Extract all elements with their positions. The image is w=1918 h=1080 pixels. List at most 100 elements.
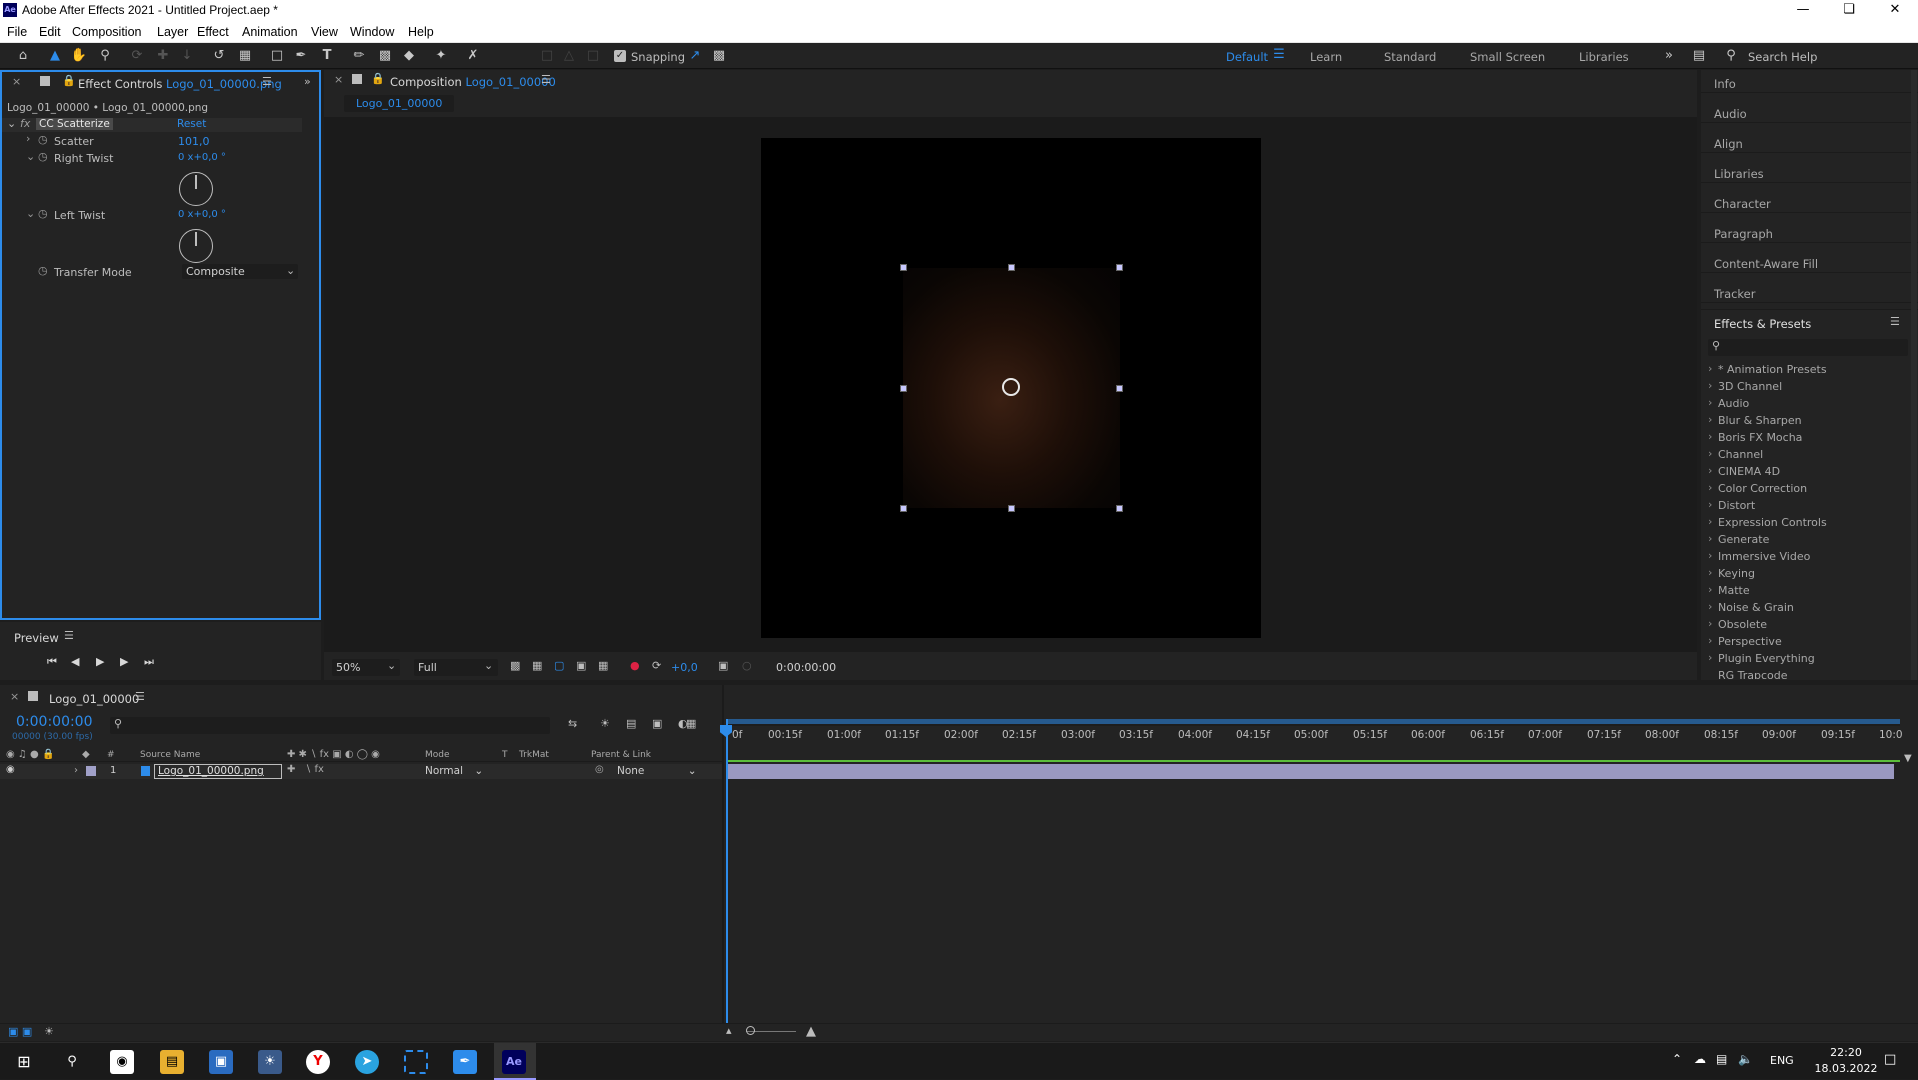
zoom-tool-icon[interactable]: ⚲: [96, 47, 114, 65]
effect-category[interactable]: Channel: [1708, 447, 1763, 461]
panel-menu-icon[interactable]: ☰: [262, 75, 272, 88]
effect-category[interactable]: RG Trapcode: [1718, 669, 1788, 679]
mask-visibility-icon[interactable]: ▢: [554, 659, 564, 672]
layer-label-color[interactable]: [86, 766, 96, 776]
lock-icon[interactable]: 🔒: [62, 74, 76, 87]
expand-right-twist-icon[interactable]: ⌄: [26, 150, 35, 163]
axis-world-icon[interactable]: △: [560, 47, 578, 65]
layer-duration-bar[interactable]: [726, 764, 1894, 779]
transform-handle[interactable]: [900, 505, 907, 512]
effect-controls-tab[interactable]: Effect Controls Logo_01_00000.png: [78, 77, 282, 91]
dolly-camera-icon[interactable]: ↓: [178, 47, 196, 65]
effect-category[interactable]: * Animation Presets: [1708, 362, 1827, 376]
selection-tool-icon[interactable]: ▲: [46, 47, 64, 65]
prev-frame-icon[interactable]: ◀: [71, 655, 79, 668]
workspace-learn[interactable]: Learn: [1310, 50, 1342, 64]
reset-exposure-icon[interactable]: ⟳: [652, 659, 661, 672]
rectangle-tool-icon[interactable]: □: [268, 47, 286, 65]
notifications-icon[interactable]: □: [1884, 1052, 1896, 1067]
effect-category[interactable]: Plugin Everything: [1708, 651, 1815, 665]
comp-end-marker-icon[interactable]: ▼: [1904, 753, 1912, 764]
shy-layers-icon[interactable]: ▤: [626, 717, 636, 730]
workspace-default[interactable]: Default: [1226, 50, 1268, 64]
clone-stamp-icon[interactable]: ▩: [376, 47, 394, 65]
effect-category[interactable]: Immersive Video: [1708, 549, 1810, 563]
effect-category[interactable]: Noise & Grain: [1708, 600, 1794, 614]
right-panel-scrollbar[interactable]: [1911, 70, 1917, 680]
reset-button[interactable]: Reset: [177, 118, 206, 130]
menu-effect[interactable]: Effect: [197, 25, 229, 39]
puppet-tool-icon[interactable]: ✗: [464, 47, 482, 65]
mode-header[interactable]: Mode: [425, 750, 450, 760]
effect-category[interactable]: Audio: [1708, 396, 1749, 410]
transform-handle[interactable]: [900, 264, 907, 271]
clock-time[interactable]: 22:20: [1818, 1046, 1874, 1059]
transparency-grid-icon[interactable]: ▦: [532, 659, 542, 672]
viewer-timecode[interactable]: 0:00:00:00: [776, 661, 836, 674]
language-indicator[interactable]: ENG: [1770, 1054, 1794, 1067]
timeline-timecode[interactable]: 0:00:00:00: [16, 714, 93, 730]
pickwhip-icon[interactable]: ◎: [595, 764, 604, 775]
stopwatch-icon[interactable]: ◷: [38, 264, 48, 277]
stopwatch-icon[interactable]: ◷: [38, 133, 48, 146]
layer-switches[interactable]: ✚ ∖ fx: [287, 764, 324, 775]
telegram-icon[interactable]: ➤: [355, 1050, 379, 1074]
graph-editor-icon[interactable]: ▦: [686, 717, 696, 730]
anchor-point-icon[interactable]: [1002, 378, 1020, 396]
workspace-small-screen[interactable]: Small Screen: [1470, 50, 1545, 64]
menu-composition[interactable]: Composition: [72, 25, 141, 39]
file-explorer-icon[interactable]: ▤: [160, 1050, 184, 1074]
panel-menu-icon[interactable]: ☰: [1890, 315, 1900, 328]
rotation-tool-icon[interactable]: ↺: [210, 47, 228, 65]
restore-button[interactable]: ❏: [1826, 0, 1872, 22]
more-workspaces-icon[interactable]: »: [1660, 47, 1678, 65]
lock-icon[interactable]: 🔒: [371, 72, 385, 85]
stopwatch-icon[interactable]: ◷: [38, 207, 48, 220]
effect-category[interactable]: Boris FX Mocha: [1708, 430, 1802, 444]
effects-presets-title[interactable]: Effects & Presets: [1714, 317, 1811, 331]
workspace-libraries[interactable]: Libraries: [1579, 50, 1629, 64]
snap-edges-icon[interactable]: ↗: [686, 47, 704, 65]
editor-icon[interactable]: ✒: [453, 1050, 477, 1074]
zoom-select[interactable]: 50% ⌄: [332, 659, 400, 676]
menu-animation[interactable]: Animation: [242, 25, 298, 39]
effect-category[interactable]: 3D Channel: [1708, 379, 1782, 393]
yandex-browser-icon[interactable]: Y: [306, 1050, 330, 1074]
panel-menu-icon[interactable]: ☰: [64, 629, 74, 642]
panel-menu-icon[interactable]: ☰: [541, 73, 551, 86]
effect-category[interactable]: Color Correction: [1708, 481, 1807, 495]
brush-tool-icon[interactable]: ✏: [350, 47, 368, 65]
pen-tool-icon[interactable]: ✒: [292, 47, 310, 65]
minimize-button[interactable]: —: [1780, 0, 1826, 22]
stopwatch-icon[interactable]: ◷: [38, 150, 48, 163]
zoom-slider-thumb[interactable]: [746, 1026, 755, 1035]
audio-panel-tab[interactable]: Audio: [1714, 107, 1747, 121]
workspace-standard[interactable]: Standard: [1384, 50, 1436, 64]
home-icon[interactable]: ⌂: [14, 47, 32, 65]
tracker-panel-tab[interactable]: Tracker: [1714, 287, 1756, 301]
search-help-input[interactable]: Search Help: [1748, 50, 1817, 64]
close-tab-icon[interactable]: ×: [10, 690, 19, 703]
close-tab-icon[interactable]: ×: [12, 75, 21, 88]
effect-category[interactable]: Generate: [1708, 532, 1769, 546]
zoom-out-icon[interactable]: ▴: [726, 1024, 732, 1037]
show-snapshot-icon[interactable]: ○: [742, 659, 752, 672]
menu-view[interactable]: View: [311, 25, 338, 39]
anchor-tool-icon[interactable]: ▦: [236, 47, 254, 65]
left-twist-dial[interactable]: [179, 229, 213, 263]
comp-mini-flowchart-icon[interactable]: ⇆: [568, 717, 577, 730]
first-frame-icon[interactable]: ⏮: [47, 655, 57, 669]
frame-blending-icon[interactable]: ▣: [652, 717, 662, 730]
effect-category[interactable]: Distort: [1708, 498, 1755, 512]
effect-category[interactable]: Blur & Sharpen: [1708, 413, 1802, 427]
source-name-header[interactable]: Source Name: [140, 750, 200, 760]
effect-category[interactable]: Expression Controls: [1708, 515, 1827, 529]
timeline-tab[interactable]: Logo_01_00000: [49, 692, 139, 706]
menu-layer[interactable]: Layer: [157, 25, 188, 39]
effect-category[interactable]: Matte: [1708, 583, 1750, 597]
scatter-value[interactable]: 101,0: [178, 135, 210, 148]
panel-expand-icon[interactable]: »: [304, 75, 311, 88]
work-area-bar[interactable]: [726, 719, 1900, 724]
effect-category[interactable]: CINEMA 4D: [1708, 464, 1780, 478]
network-icon[interactable]: ▤: [1716, 1052, 1727, 1066]
